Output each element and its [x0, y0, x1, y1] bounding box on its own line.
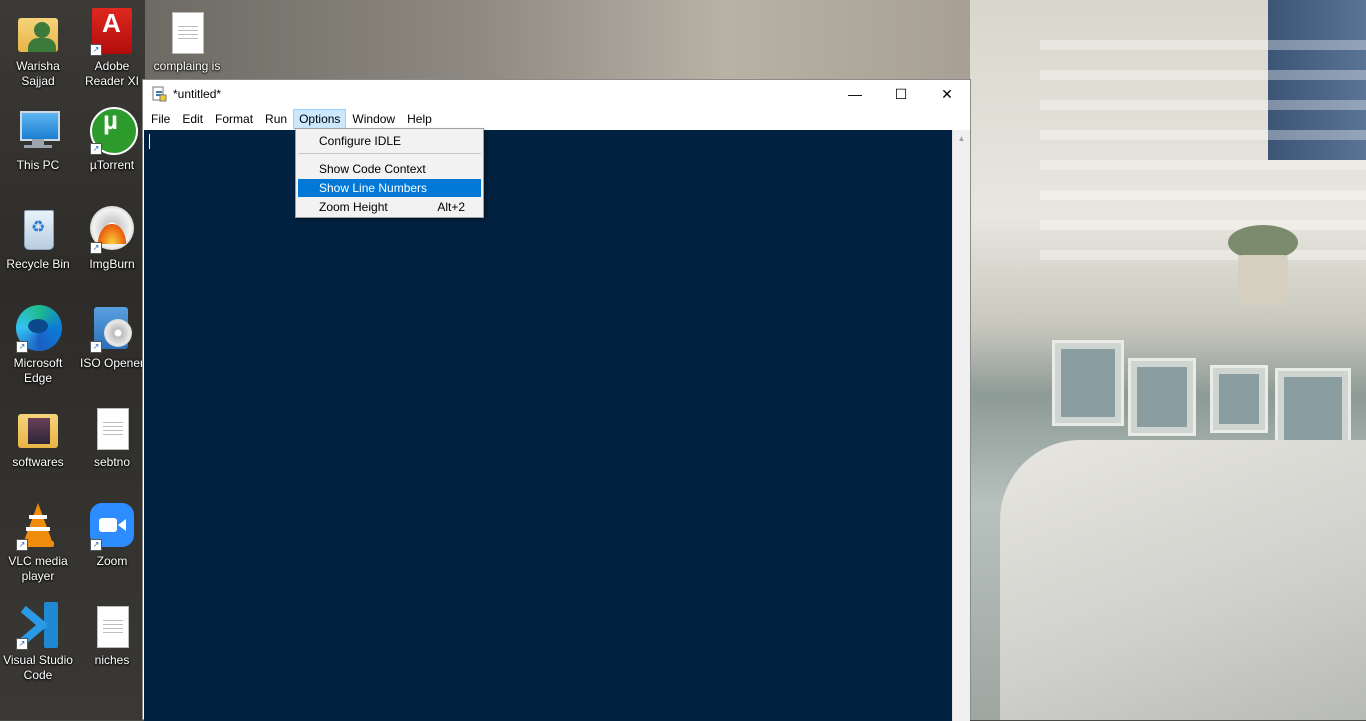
desktop-icon-utorrent[interactable]: µ ↗ µTorrent: [74, 107, 150, 173]
menu-item-label: Show Line Numbers: [319, 181, 428, 195]
folder-icon: [14, 404, 62, 452]
desktop-icon-label: Visual Studio Code: [3, 653, 73, 682]
desktop-icon-zoom[interactable]: ↗ Zoom: [74, 503, 150, 569]
desktop-icon-microsoft-edge[interactable]: ↗ Microsoft Edge: [0, 305, 76, 386]
desktop-icon-label: Recycle Bin: [6, 257, 70, 271]
title-bar[interactable]: *untitled* — ☐ ✕: [143, 80, 970, 108]
menu-separator: [298, 153, 481, 154]
desktop-icon-recycle-bin[interactable]: ♻ Recycle Bin: [0, 206, 76, 272]
menu-item-show-code-context[interactable]: Show Code Context: [298, 160, 481, 178]
menu-window[interactable]: Window: [346, 109, 401, 129]
code-editor[interactable]: [144, 130, 954, 721]
menu-item-shortcut: Alt+2: [437, 200, 465, 214]
text-cursor: [149, 134, 150, 149]
adobe-reader-icon: A ↗: [88, 8, 136, 56]
desktop-icon-iso-opener[interactable]: ↗ ISO Opener: [74, 305, 150, 371]
menu-run[interactable]: Run: [259, 109, 293, 129]
options-menu-dropdown: Configure IDLE Show Code Context Show Li…: [295, 128, 484, 218]
menu-item-zoom-height[interactable]: Zoom Height Alt+2: [298, 198, 481, 216]
idle-editor-window: *untitled* — ☐ ✕ File Edit Format Run Op…: [142, 79, 971, 721]
desktop-icon-imgburn[interactable]: ↗ ImgBurn: [74, 206, 150, 272]
python-idle-icon: [152, 86, 167, 102]
menu-item-show-line-numbers[interactable]: Show Line Numbers: [298, 179, 481, 197]
desktop-icon-niches[interactable]: niches: [74, 602, 150, 668]
desktop-icon-adobe-reader[interactable]: A ↗ Adobe Reader XI: [74, 8, 150, 89]
menu-item-label: Zoom Height: [319, 200, 388, 214]
desktop-icon-warisha-sajjad[interactable]: Warisha Sajjad: [0, 8, 76, 89]
desktop-icon-label: niches: [94, 653, 130, 667]
desktop-icon-label: complaing is: [153, 59, 221, 73]
utorrent-icon: µ ↗: [88, 107, 138, 155]
vertical-scrollbar[interactable]: ▲: [952, 130, 970, 721]
desktop-icon-vscode[interactable]: ↗ Visual Studio Code: [0, 602, 76, 683]
text-document-icon: [88, 404, 136, 452]
computer-icon: [14, 107, 62, 155]
menu-bar: File Edit Format Run Options Window Help: [143, 108, 970, 130]
menu-item-label: Configure IDLE: [319, 134, 402, 148]
menu-help[interactable]: Help: [401, 109, 438, 129]
desktop-icon-label: ImgBurn: [89, 257, 135, 271]
desktop-icon-label: ISO Opener: [79, 356, 145, 370]
desktop-icon-label: VLC media player: [8, 554, 68, 583]
desktop-icon-label: µTorrent: [89, 158, 135, 172]
desktop-icon-label: Warisha Sajjad: [16, 59, 60, 88]
user-folder-icon: [14, 8, 62, 56]
imgburn-icon: ↗: [88, 206, 136, 254]
vscode-icon: ↗: [14, 602, 62, 650]
menu-edit[interactable]: Edit: [176, 109, 209, 129]
edge-icon: ↗: [14, 305, 62, 353]
menu-item-label: Show Code Context: [319, 162, 426, 176]
desktop-icon-softwares[interactable]: softwares: [0, 404, 76, 470]
recycle-bin-icon: ♻: [14, 206, 62, 254]
desktop-icon-sebtno[interactable]: sebtno: [74, 404, 150, 470]
desktop-icon-label: Zoom: [96, 554, 128, 568]
menu-format[interactable]: Format: [209, 109, 259, 129]
desktop-icon-label: Adobe Reader XI: [84, 59, 140, 88]
scroll-up-arrow-icon[interactable]: ▲: [953, 130, 970, 147]
minimize-button[interactable]: —: [832, 80, 878, 108]
window-title: *untitled*: [173, 87, 222, 101]
zoom-icon: ↗: [88, 503, 136, 551]
desktop-icon-label: sebtno: [93, 455, 131, 469]
vlc-icon: ↗: [14, 503, 62, 551]
desktop-icon-this-pc[interactable]: This PC: [0, 107, 76, 173]
close-button[interactable]: ✕: [924, 80, 970, 108]
desktop-icon-label: softwares: [12, 455, 64, 469]
menu-file[interactable]: File: [145, 109, 176, 129]
desktop-icon-vlc[interactable]: ↗ VLC media player: [0, 503, 76, 584]
maximize-button[interactable]: ☐: [878, 80, 924, 108]
desktop-icon-complaing[interactable]: complaing is: [149, 8, 225, 74]
menu-options[interactable]: Options: [293, 109, 347, 129]
desktop-icon-label: Microsoft Edge: [13, 356, 63, 385]
menu-item-configure-idle[interactable]: Configure IDLE: [298, 132, 481, 150]
iso-opener-icon: ↗: [88, 305, 136, 353]
desktop-icon-label: This PC: [16, 158, 60, 172]
text-document-icon: [88, 602, 136, 650]
text-document-icon: [163, 8, 211, 56]
